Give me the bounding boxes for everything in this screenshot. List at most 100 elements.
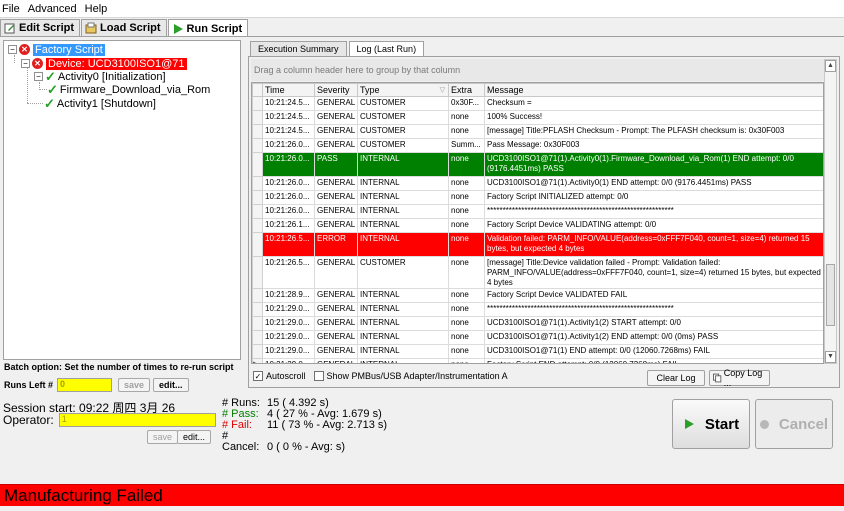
tab-log-last-run[interactable]: Log (Last Run) bbox=[348, 41, 425, 57]
log-row[interactable]: 10:21:24.5... GENERAL CUSTOMER 0x30F... Chec… bbox=[252, 96, 823, 111]
show-pmbus-label: Show PMBus/USB Adapter/Instrumentation A bbox=[326, 371, 508, 381]
menu-file[interactable]: File bbox=[0, 3, 26, 15]
col-type[interactable]: Type ▽ bbox=[357, 83, 449, 97]
cell-type: INTERNAL bbox=[357, 232, 449, 257]
log-row[interactable]: 10:21:29.0... GENERAL INTERNAL none UCD3100I… bbox=[252, 344, 823, 359]
scroll-down-icon[interactable]: ▼ bbox=[825, 351, 836, 363]
log-row[interactable]: 10:21:28.9... GENERAL INTERNAL none Factory … bbox=[252, 288, 823, 303]
col-time[interactable]: Time bbox=[262, 83, 315, 97]
row-gutter: ▸ bbox=[252, 358, 263, 363]
cell-message: UCD3100ISO1@71(1).Activity0(1) END attem… bbox=[484, 176, 823, 191]
cell-extra: none bbox=[448, 256, 485, 289]
log-row[interactable]: 10:21:26.0... GENERAL CUSTOMER Summ... Pass … bbox=[252, 138, 823, 153]
cell-message: ****************************************… bbox=[484, 302, 823, 317]
log-options: ✓ Autoscroll Show PMBus/USB Adapter/Inst… bbox=[253, 371, 508, 381]
log-grid[interactable]: Time Severity Type ▽ Extra Message 10:21:… bbox=[251, 82, 824, 364]
col-severity[interactable]: Severity bbox=[314, 83, 358, 97]
cell-time: 10:21:26.1... bbox=[262, 218, 315, 233]
cell-extra: 0x30F... bbox=[448, 96, 485, 111]
clear-log-button[interactable]: Clear Log bbox=[647, 370, 705, 386]
row-gutter bbox=[252, 96, 263, 111]
log-row[interactable]: 10:21:26.0... GENERAL INTERNAL none Factory … bbox=[252, 190, 823, 205]
menu-help[interactable]: Help bbox=[83, 3, 114, 15]
operator-save-button[interactable]: save bbox=[147, 430, 179, 444]
operator-row: Operator: 1 bbox=[3, 413, 216, 427]
grid-header: Time Severity Type ▽ Extra Message bbox=[252, 83, 823, 97]
stat-cancel-value: 0 ( 0 % - Avg: s) bbox=[267, 441, 346, 453]
tab-run-script[interactable]: Run Script bbox=[167, 19, 249, 37]
log-row[interactable]: 10:21:24.5... GENERAL CUSTOMER none [message… bbox=[252, 124, 823, 139]
log-row[interactable]: 10:21:26.1... GENERAL INTERNAL none Factory … bbox=[252, 218, 823, 233]
grid-body: 10:21:24.5... GENERAL CUSTOMER 0x30F... Chec… bbox=[252, 96, 823, 363]
collapse-icon[interactable]: − bbox=[8, 45, 17, 54]
tab-edit-script[interactable]: Edit Script bbox=[0, 19, 81, 36]
row-gutter bbox=[252, 316, 263, 331]
log-row[interactable]: 10:21:24.5... GENERAL CUSTOMER none 100% Suc… bbox=[252, 110, 823, 125]
group-by-area[interactable]: Drag a column header here to group by th… bbox=[251, 59, 837, 81]
cell-extra: none bbox=[448, 316, 485, 331]
log-row[interactable]: ▸10:21:29.0...GENERALINTERNALnoneFactory… bbox=[252, 358, 823, 363]
gutter-header bbox=[252, 83, 263, 97]
collapse-icon[interactable]: − bbox=[21, 59, 30, 68]
runs-edit-button[interactable]: edit... bbox=[153, 378, 189, 392]
start-button[interactable]: Start bbox=[672, 399, 750, 449]
scroll-up-icon[interactable]: ▲ bbox=[825, 60, 836, 72]
tree-connector bbox=[14, 55, 15, 63]
play-icon bbox=[684, 419, 694, 429]
log-row[interactable]: 10:21:29.0... GENERAL INTERNAL none UCD3100I… bbox=[252, 316, 823, 331]
log-row[interactable]: 10:21:26.5... ERROR INTERNAL none Validation… bbox=[252, 232, 823, 257]
show-pmbus-checkbox[interactable] bbox=[313, 371, 324, 381]
filter-icon[interactable]: ▽ bbox=[440, 86, 445, 94]
cell-type: INTERNAL bbox=[357, 288, 449, 303]
tab-load-script[interactable]: Load Script bbox=[81, 19, 167, 36]
log-row[interactable]: 10:21:26.5... GENERAL CUSTOMER none [message… bbox=[252, 256, 823, 289]
cancel-button[interactable]: Cancel bbox=[755, 399, 833, 449]
row-gutter bbox=[252, 138, 263, 153]
tree-connector bbox=[39, 89, 47, 90]
copy-log-button[interactable]: Copy Log ... bbox=[709, 368, 770, 388]
cell-extra: none bbox=[448, 204, 485, 219]
log-row[interactable]: 10:21:26.0... GENERAL INTERNAL none ********… bbox=[252, 204, 823, 219]
runs-left-label: Runs Left # bbox=[4, 380, 54, 390]
tab-load-script-label: Load Script bbox=[100, 22, 161, 34]
tab-execution-summary[interactable]: Execution Summary bbox=[250, 41, 347, 56]
operator-input[interactable]: 1 bbox=[58, 413, 216, 427]
log-row[interactable]: 10:21:26.0... GENERAL INTERNAL none UCD3100I… bbox=[252, 176, 823, 191]
tree-node-activity1[interactable]: ✓ Activity1 [Shutdown] bbox=[44, 96, 156, 111]
autoscroll-checkbox[interactable]: ✓ bbox=[253, 371, 263, 381]
cell-message: Validation failed: PARM_INFO/VALUE(addre… bbox=[484, 232, 823, 257]
cell-extra: none bbox=[448, 124, 485, 139]
autoscroll-label: Autoscroll bbox=[266, 371, 306, 381]
runs-save-button[interactable]: save bbox=[118, 378, 151, 392]
cell-message: [message] Title:PFLASH Checksum - Prompt… bbox=[484, 124, 823, 139]
log-row[interactable]: 10:21:29.0... GENERAL INTERNAL none ********… bbox=[252, 302, 823, 317]
menu-bar: File Advanced Help bbox=[0, 0, 844, 18]
menu-advanced[interactable]: Advanced bbox=[26, 3, 83, 15]
cell-time: 10:21:26.0... bbox=[262, 152, 315, 177]
tab-run-script-label: Run Script bbox=[186, 22, 243, 35]
tree-node-factory-script[interactable]: − ✕ Factory Script bbox=[8, 43, 105, 56]
scroll-thumb[interactable] bbox=[826, 264, 835, 326]
tree-node-firmware[interactable]: ✓ Firmware_Download_via_Rom bbox=[47, 82, 210, 97]
log-row[interactable]: 10:21:26.0... PASS INTERNAL none UCD3100ISO1… bbox=[252, 152, 823, 177]
error-icon: ✕ bbox=[32, 58, 43, 69]
cell-time: 10:21:26.0... bbox=[262, 204, 315, 219]
runs-left-input[interactable]: 0 bbox=[57, 378, 113, 392]
cell-type: INTERNAL bbox=[357, 344, 449, 359]
status-bar: Manufacturing Failed bbox=[0, 484, 844, 506]
col-message[interactable]: Message bbox=[484, 83, 823, 97]
cell-message: UCD3100ISO1@71(1) END attempt: 0/0 (1206… bbox=[484, 344, 823, 359]
log-row[interactable]: 10:21:29.0... GENERAL INTERNAL none UCD3100I… bbox=[252, 330, 823, 345]
operator-edit-button[interactable]: edit... bbox=[177, 430, 212, 444]
cell-extra: none bbox=[448, 176, 485, 191]
row-gutter bbox=[252, 344, 263, 359]
log-scrollbar[interactable]: ▲ ▼ bbox=[824, 59, 837, 364]
tab-edit-script-label: Edit Script bbox=[19, 22, 75, 34]
cell-message: Factory Script INITIALIZED attempt: 0/0 bbox=[484, 190, 823, 205]
col-extra[interactable]: Extra bbox=[448, 83, 485, 97]
cell-type: INTERNAL bbox=[357, 218, 449, 233]
cell-time: 10:21:29.0... bbox=[262, 302, 315, 317]
cell-type: INTERNAL bbox=[357, 330, 449, 345]
cell-type: CUSTOMER bbox=[357, 124, 449, 139]
collapse-icon[interactable]: − bbox=[34, 72, 43, 81]
